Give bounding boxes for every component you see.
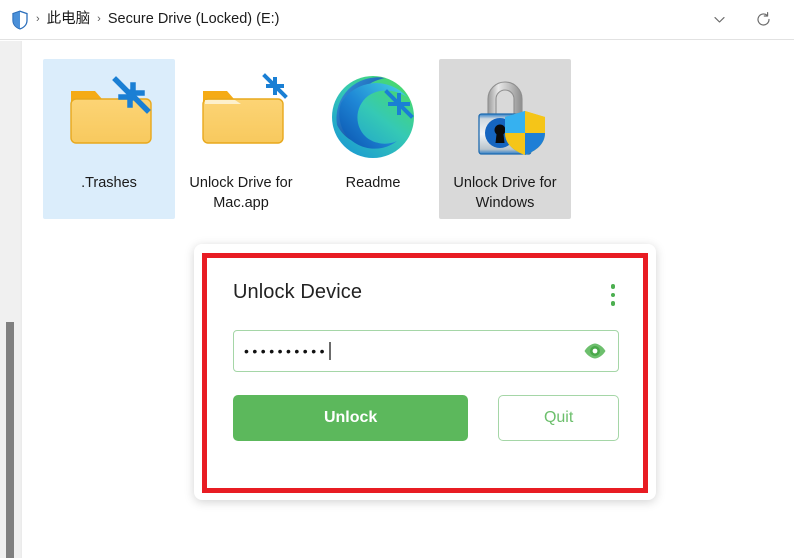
quit-button[interactable]: Quit [498,394,619,441]
breadcrumb-item-this-pc[interactable]: 此电脑 [47,12,91,27]
explorer-window: › 此电脑 › Secure Drive (Locked) (E:) .Tras… [0,0,794,558]
dialog-title: Unlock Device [233,281,363,303]
scrollbar-thumb[interactable] [6,322,14,558]
breadcrumb-item-secure-drive[interactable]: Secure Drive (Locked) (E:) [108,12,280,27]
vertical-scrollbar-track[interactable] [0,41,21,558]
address-bar: › 此电脑 › Secure Drive (Locked) (E:) [0,0,794,40]
folder-compressed-icon [61,69,157,165]
password-masked-value: •••••••••• [244,342,329,359]
shield-icon [11,10,29,30]
dialog-highlight-border: Unlock Device •••••••••• Unlock Quit [202,253,648,493]
file-item-readme[interactable]: Readme [307,59,439,219]
dialog-header: Unlock Device [233,280,619,310]
breadcrumb-separator-1: › [36,13,40,25]
eye-icon[interactable] [583,342,607,360]
file-item-trashes[interactable]: .Trashes [43,59,175,219]
text-caret [329,341,331,360]
breadcrumb[interactable]: › 此电脑 › Secure Drive (Locked) (E:) [0,10,708,30]
file-icon-grid: .Trashes Unlock Drive for Mac.app Readme… [43,59,571,219]
file-list-pane: .Trashes Unlock Drive for Mac.app Readme… [22,41,794,558]
refresh-icon[interactable] [752,9,774,31]
file-item-unlock-drive-for-windows[interactable]: Unlock Drive for Windows [439,59,571,219]
file-item-label: Unlock Drive for Windows [453,175,557,211]
breadcrumb-separator-2: › [97,13,101,25]
file-item-label: .Trashes [81,175,137,191]
kebab-menu-icon[interactable] [607,280,620,310]
password-input[interactable]: •••••••••• [233,329,619,372]
unlock-device-dialog: Unlock Device •••••••••• Unlock Quit [194,244,656,500]
unlock-button[interactable]: Unlock [233,394,469,441]
dialog-body: Unlock Device •••••••••• Unlock Quit [207,258,643,488]
folder-compressed-icon [193,69,289,165]
file-item-label: Unlock Drive for Mac.app [189,175,293,211]
edge-browser-icon [325,69,421,165]
file-item-label: Readme [345,175,401,191]
address-bar-controls [708,9,794,31]
dialog-actions: Unlock Quit [233,394,619,441]
chevron-down-icon[interactable] [708,9,730,31]
padlock-windows-shield-icon [457,69,553,165]
file-item-unlock-drive-for-mac[interactable]: Unlock Drive for Mac.app [175,59,307,219]
